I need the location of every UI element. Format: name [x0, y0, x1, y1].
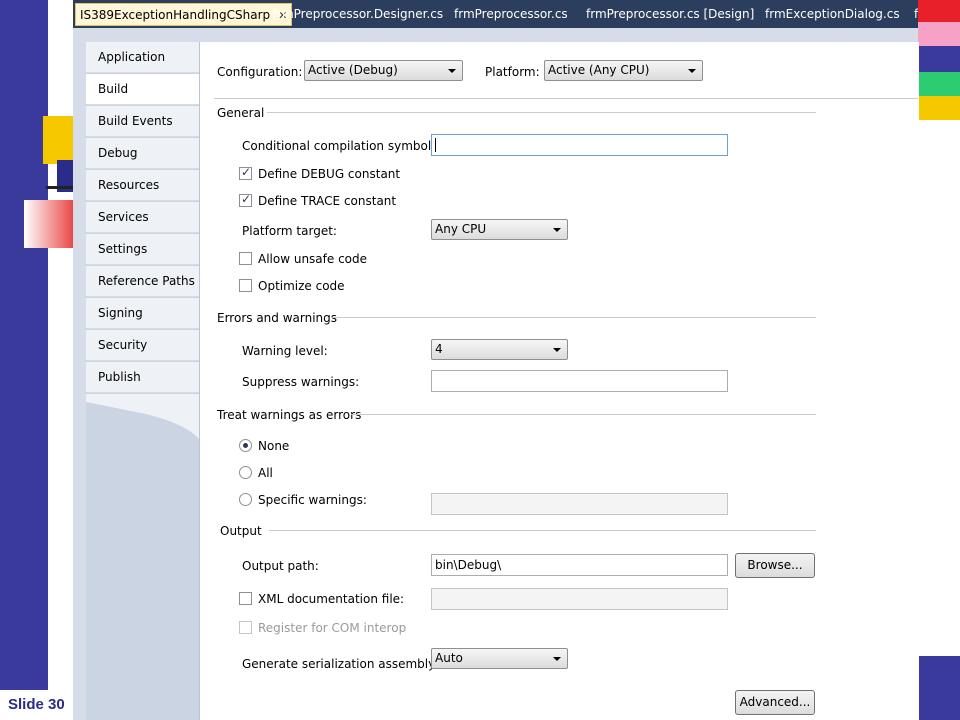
nav-item-resources[interactable]: Resources: [86, 170, 199, 201]
warning-level-label: Warning level:: [242, 344, 328, 358]
nav-item-build-events[interactable]: Build Events: [86, 106, 199, 137]
allow-unsafe-checkbox[interactable]: [239, 252, 252, 265]
symbols-label: Conditional compilation symbols:: [242, 139, 442, 153]
allow-unsafe-label[interactable]: Allow unsafe code: [258, 252, 367, 266]
slide-decor-right-green: [918, 72, 960, 96]
tab-exception-dialog-cs[interactable]: frmExceptionDialog.cs: [765, 3, 900, 25]
xml-doc-input: [431, 588, 728, 610]
xml-doc-label[interactable]: XML documentation file:: [258, 592, 404, 606]
slide-decor-line: [46, 186, 75, 189]
symbols-input[interactable]: [431, 134, 728, 156]
output-divider: [269, 530, 816, 531]
platform-target-dropdown[interactable]: Any CPU: [431, 219, 568, 240]
nav-item-application[interactable]: Application: [86, 42, 199, 73]
optimize-label[interactable]: Optimize code: [258, 279, 345, 293]
define-debug-checkbox[interactable]: [239, 165, 252, 180]
configuration-value: Active (Debug): [308, 63, 398, 77]
serialization-dropdown[interactable]: Auto: [431, 648, 568, 669]
toolbar-divider: [214, 98, 918, 99]
slide-left-bar: [0, 0, 48, 720]
platform-value: Active (Any CPU): [548, 63, 650, 77]
platform-label: Platform:: [485, 65, 540, 79]
tab-label: IS389ExceptionHandlingCSharp: [80, 8, 271, 22]
slide-decor-right-red: [918, 0, 960, 22]
chevron-down-icon: [553, 348, 561, 352]
output-path-label: Output path:: [242, 559, 319, 573]
errors-heading: Errors and warnings: [217, 311, 338, 325]
tab-preprocessor-design[interactable]: frmPreprocessor.cs [Design]: [586, 3, 754, 25]
browse-button[interactable]: Browse...: [735, 553, 815, 578]
nav-item-services[interactable]: Services: [86, 202, 199, 233]
chevron-down-icon: [688, 69, 696, 73]
treat-all-label[interactable]: All: [258, 466, 273, 480]
define-trace-label[interactable]: Define TRACE constant: [258, 194, 396, 208]
com-interop-checkbox: [239, 621, 252, 634]
specific-warnings-input: [431, 493, 728, 515]
slide-decor-red-block: [24, 200, 75, 248]
xml-doc-checkbox[interactable]: [239, 592, 252, 605]
slide-decor-right-pink: [918, 22, 960, 46]
text-caret: [435, 138, 436, 152]
output-heading: Output: [220, 524, 262, 538]
general-heading: General: [217, 106, 265, 120]
slide-decor-right-navy-bottom: [918, 656, 960, 720]
nav-item-reference-paths[interactable]: Reference Paths: [86, 266, 199, 297]
serialization-value: Auto: [435, 651, 463, 665]
treat-all-radio[interactable]: [239, 466, 252, 479]
slide-decor-yellow-block: [43, 116, 75, 164]
chevron-down-icon: [553, 657, 561, 661]
document-tab-strip: IS389ExceptionHandlingCSharp ✕ frmPreproc…: [73, 0, 918, 28]
serialization-label: Generate serialization assembly:: [242, 657, 439, 671]
nav-item-signing[interactable]: Signing: [86, 298, 199, 329]
configuration-dropdown[interactable]: Active (Debug): [304, 60, 463, 81]
nav-item-publish[interactable]: Publish: [86, 362, 199, 393]
warning-level-dropdown[interactable]: 4: [431, 339, 568, 360]
warning-level-value: 4: [435, 342, 443, 356]
advanced-button[interactable]: Advanced...: [735, 690, 815, 715]
slide-decor-right-yellow: [918, 96, 960, 120]
treat-specific-radio[interactable]: [239, 493, 252, 506]
errors-divider: [331, 317, 816, 318]
platform-target-label: Platform target:: [242, 224, 337, 238]
com-interop-label: Register for COM interop: [258, 621, 407, 635]
slide-number: Slide 30: [8, 696, 65, 713]
configuration-label: Configuration:: [217, 65, 303, 79]
nav-curve-decor: [86, 394, 199, 439]
nav-item-settings[interactable]: Settings: [86, 234, 199, 265]
treat-none-label[interactable]: None: [258, 439, 289, 453]
suppress-warnings-input[interactable]: [431, 370, 728, 392]
nav-item-debug[interactable]: Debug: [86, 138, 199, 169]
tab-designer-cs[interactable]: frmPreprocessor.Designer.cs: [273, 3, 443, 25]
chevron-down-icon: [553, 228, 561, 232]
nav-item-security[interactable]: Security: [86, 330, 199, 361]
output-path-input[interactable]: bin\Debug\: [431, 554, 728, 576]
tab-overflow[interactable]: f: [914, 3, 918, 25]
platform-dropdown[interactable]: Active (Any CPU): [544, 60, 703, 81]
define-trace-checkbox[interactable]: [239, 192, 252, 207]
tab-preprocessor-cs[interactable]: frmPreprocessor.cs: [454, 3, 568, 25]
define-debug-label[interactable]: Define DEBUG constant: [258, 167, 400, 181]
treat-divider: [351, 414, 816, 415]
nav-item-build[interactable]: Build: [86, 74, 201, 105]
tab-project-properties[interactable]: IS389ExceptionHandlingCSharp ✕: [75, 3, 293, 26]
treat-heading: Treat warnings as errors: [217, 408, 362, 422]
slide-decor-right-navy: [918, 46, 960, 72]
optimize-checkbox[interactable]: [239, 279, 252, 292]
suppress-label: Suppress warnings:: [242, 375, 360, 389]
platform-target-value: Any CPU: [435, 222, 487, 236]
treat-specific-label[interactable]: Specific warnings:: [258, 493, 367, 507]
chevron-down-icon: [448, 69, 456, 73]
treat-none-radio[interactable]: [239, 439, 252, 452]
general-divider: [267, 112, 816, 113]
